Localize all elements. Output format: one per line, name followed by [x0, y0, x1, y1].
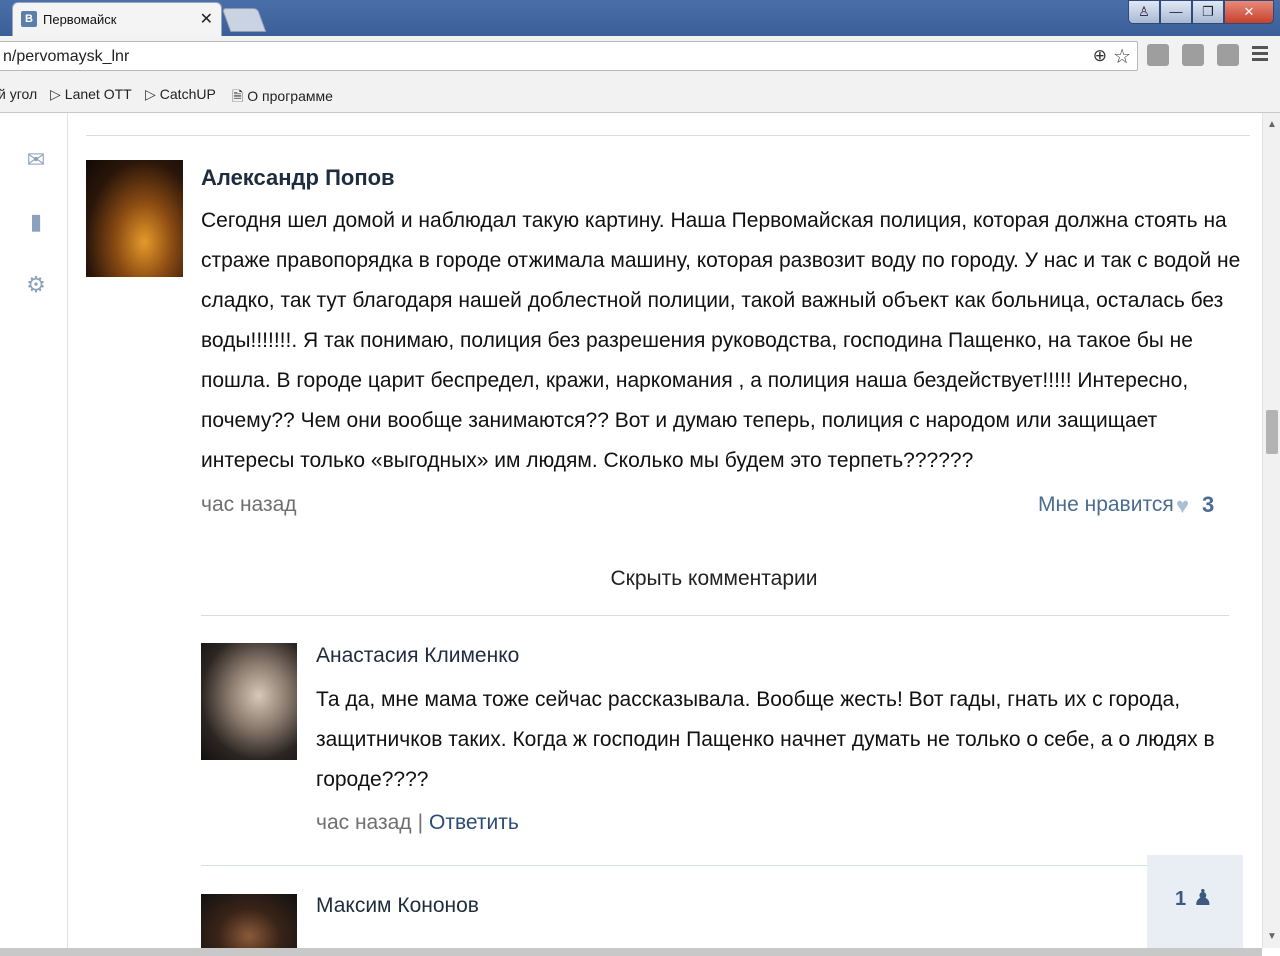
bookmark-item[interactable]: ▷ Lanet OTT: [50, 86, 132, 103]
bookmark-item[interactable]: 🗎 О программе: [232, 86, 333, 110]
play-icon: ▷: [50, 86, 61, 102]
maximize-button[interactable]: ❐: [1192, 0, 1224, 24]
tab-close-icon[interactable]: ✕: [200, 9, 213, 29]
reply-button[interactable]: Ответить: [429, 811, 519, 834]
bookmarks-bar: й угол ▷ Lanet OTT ▷ CatchUP 🗎 О программе: [0, 78, 1280, 113]
extension-icon[interactable]: [1182, 44, 1204, 66]
meta-separator: |: [417, 811, 424, 834]
browser-tab-bar: В Первомайск ✕ ♙ — ❐ ✕: [0, 0, 1280, 36]
hide-comments-button[interactable]: Скрыть комментарии: [68, 567, 1260, 591]
url-text: n/pervomaysk_lnr: [3, 48, 130, 65]
address-bar-row: n/pervomaysk_lnr ⊕ ☆: [0, 36, 1280, 79]
horizontal-scrollbar[interactable]: [0, 948, 1262, 956]
bookmark-item[interactable]: ▷ CatchUP: [145, 86, 216, 103]
vk-favicon-icon: В: [21, 11, 37, 27]
home-extension-icon[interactable]: [1147, 44, 1169, 66]
avatar[interactable]: [201, 643, 297, 760]
divider: [201, 615, 1229, 616]
url-field[interactable]: n/pervomaysk_lnr ⊕ ☆: [0, 41, 1138, 71]
minimize-button[interactable]: —: [1160, 0, 1192, 24]
scrollbar-thumb[interactable]: [1266, 410, 1278, 454]
scroll-down-arrow-icon[interactable]: ▼: [1267, 931, 1277, 942]
post-author-name[interactable]: Александр Попов: [201, 165, 395, 191]
avatar[interactable]: [201, 894, 297, 948]
mail-icon[interactable]: ✉: [24, 148, 48, 172]
like-button[interactable]: Мне нравится: [1038, 493, 1174, 517]
document-icon: 🗎: [232, 88, 244, 104]
play-icon: ▷: [145, 86, 156, 102]
comment-timestamp[interactable]: час назад: [316, 811, 412, 834]
bookmark-star-icon[interactable]: ☆: [1113, 44, 1131, 69]
new-tab-button[interactable]: [221, 8, 267, 32]
zoom-icon[interactable]: ⊕: [1093, 46, 1107, 66]
bookmark-item[interactable]: й угол: [0, 86, 37, 102]
scroll-up-arrow-icon[interactable]: ▲: [1267, 119, 1277, 130]
heart-icon[interactable]: ♥: [1176, 493, 1189, 519]
left-sidebar: ✉ ▮ ⚙: [0, 113, 68, 956]
tab-title: Первомайск: [43, 12, 117, 27]
chat-icon[interactable]: ▮: [24, 210, 48, 234]
comment-author-name[interactable]: Анастасия Клименко: [316, 644, 519, 668]
avatar[interactable]: [86, 160, 183, 277]
comment-author-name[interactable]: Максим Кононов: [316, 894, 479, 918]
like-count: 3: [1202, 492, 1215, 517]
post-text: Сегодня шел домой и наблюдал такую карти…: [201, 209, 1241, 472]
online-count: 1: [1175, 888, 1187, 910]
browser-tab[interactable]: В Первомайск ✕: [12, 2, 222, 36]
extension-icon[interactable]: [1217, 44, 1239, 66]
window-close-button[interactable]: ✕: [1224, 0, 1274, 24]
comment-meta: час назад | Ответить: [316, 811, 519, 835]
divider: [86, 135, 1250, 136]
online-users-widget[interactable]: 1 ♟: [1147, 855, 1243, 949]
divider: [201, 865, 1229, 866]
post-timestamp[interactable]: час назад: [201, 493, 297, 517]
user-profile-icon[interactable]: ♙: [1128, 0, 1160, 24]
gear-icon[interactable]: ⚙: [24, 273, 48, 297]
user-icon: ♟: [1193, 885, 1213, 910]
feed-content: Александр Попов Сегодня шел домой и набл…: [68, 113, 1260, 948]
browser-menu-icon[interactable]: [1252, 46, 1268, 64]
vertical-scrollbar[interactable]: ▲ ▼: [1262, 113, 1280, 948]
comment-text: Та да, мне мама тоже сейчас рассказывала…: [316, 688, 1215, 791]
